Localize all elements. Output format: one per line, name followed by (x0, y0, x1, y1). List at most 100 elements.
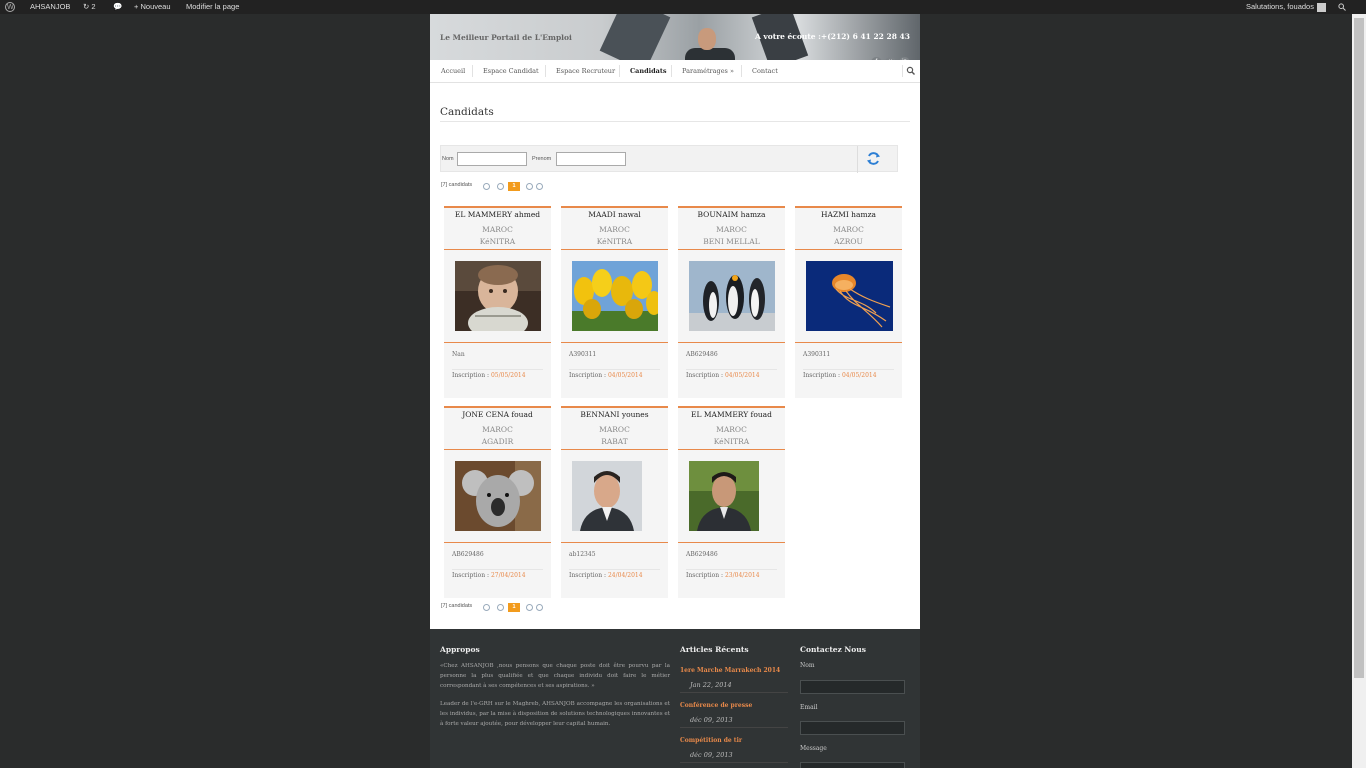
candidate-reference: ab12345 (569, 551, 596, 558)
last-page-button[interactable] (536, 183, 543, 190)
koala-photo[interactable] (455, 461, 541, 531)
about-title: Appropos (440, 645, 480, 654)
wordpress-logo-icon[interactable] (5, 1, 15, 15)
nav-divider (741, 65, 742, 77)
nav-item-candidats[interactable]: Candidats (630, 60, 667, 82)
man-portrait-photo[interactable] (689, 461, 759, 531)
penguins-photo[interactable] (689, 261, 775, 331)
header-phone: A votre écoute :+(212) 6 41 22 28 43 (754, 32, 910, 41)
scrollbar-thumb[interactable] (1354, 18, 1364, 678)
article-link[interactable]: 1ere Marche Marrakech 2014 (680, 667, 788, 674)
recent-article: 1ere Marche Marrakech 2014 Jan 22, 2014 (680, 667, 788, 693)
card-divider (678, 249, 785, 250)
candidate-name[interactable]: EL MAMMERY fouad (678, 410, 785, 419)
social-links: fyin (868, 48, 910, 60)
card-divider (569, 369, 660, 370)
candidate-country: MAROC (599, 425, 630, 434)
recent-article: Conférence de presse déc 09, 2013 (680, 702, 788, 728)
plus-icon: + (134, 2, 139, 11)
prev-page-button[interactable] (497, 183, 504, 190)
site-header: Le Meilleur Portail de L'Emploi A votre … (430, 14, 920, 60)
contact-nom-label: Nom (800, 662, 815, 669)
nav-item-contact[interactable]: Contact (752, 60, 778, 82)
nav-item-espace-candidat[interactable]: Espace Candidat (483, 60, 539, 82)
candidates-count: [7] candidats (441, 182, 473, 188)
candidate-country: MAROC (716, 225, 747, 234)
updates-link[interactable]: ↻ 2 (83, 0, 96, 14)
tulips-photo[interactable] (572, 261, 658, 331)
prenom-input[interactable] (556, 152, 626, 166)
article-date: Jan 22, 2014 (690, 681, 732, 689)
candidate-card[interactable]: BOUNAIM hamza MAROC BENI MELLAL AB629486… (678, 206, 785, 398)
contact-title: Contactez Nous (800, 645, 866, 654)
article-divider (680, 727, 788, 728)
candidate-reference: AB629486 (686, 351, 718, 358)
candidate-name[interactable]: MAADI nawal (561, 210, 668, 219)
search-icon[interactable] (904, 64, 918, 78)
baby-photo[interactable] (455, 261, 541, 331)
article-divider (680, 692, 788, 693)
about-text: «Chez AHSANJOB ,nous pensons que chaque … (440, 661, 670, 737)
new-content-link[interactable]: + Nouveau (134, 0, 171, 14)
jellyfish-photo[interactable] (806, 261, 893, 331)
candidate-card[interactable]: MAADI nawal MAROC KéNITRA A390311 Inscri… (561, 206, 668, 398)
edit-page-link[interactable]: Modifier la page (186, 0, 239, 14)
contact-message-label: Message (800, 745, 827, 752)
nav-item-parametrages[interactable]: Paramétrages » (682, 60, 734, 82)
nav-item-espace-recruteur[interactable]: Espace Recruteur (556, 60, 615, 82)
candidate-card[interactable]: BENNANI younes MAROC RABAT ab12345 Inscr… (561, 406, 668, 598)
candidate-name[interactable]: JONE CENA fouad (444, 410, 551, 419)
article-divider (680, 762, 788, 763)
admin-search-icon[interactable] (1338, 0, 1346, 14)
first-page-button[interactable] (483, 183, 490, 190)
next-page-button[interactable] (526, 183, 533, 190)
candidate-card[interactable]: EL MAMMERY ahmed MAROC KéNITRA Nan Inscr… (444, 206, 551, 398)
first-page-button[interactable] (483, 604, 490, 611)
inscription-label: Inscription : (803, 372, 841, 379)
refresh-icon[interactable] (866, 151, 881, 166)
candidate-card[interactable]: HAZMI hamza MAROC AZROU A390311 Inscript… (795, 206, 902, 398)
contact-nom-field[interactable] (800, 680, 905, 694)
contact-email-label: Email (800, 704, 818, 711)
card-divider (686, 369, 777, 370)
card-divider (444, 342, 551, 343)
header-banner-image (599, 14, 671, 60)
article-link[interactable]: Compétition de tir (680, 737, 788, 744)
nav-item-accueil[interactable]: Accueil (441, 60, 465, 82)
page-title: Candidats (440, 106, 494, 118)
card-divider (452, 369, 543, 370)
current-page[interactable]: 1 (508, 182, 520, 191)
contact-email-field[interactable] (800, 721, 905, 735)
candidate-city: AZROU (834, 237, 863, 246)
inscription-label: Inscription : (686, 372, 724, 379)
card-divider (678, 342, 785, 343)
inscription-label: Inscription : (452, 572, 490, 579)
admin-bar: AHSANJOB ↻ 2 💬 + Nouveau Modifier la pag… (0, 0, 1366, 15)
next-page-button[interactable] (526, 604, 533, 611)
candidate-reference: AB629486 (686, 551, 718, 558)
site-tagline[interactable]: Le Meilleur Portail de L'Emploi (440, 33, 572, 42)
contact-message-field[interactable] (800, 762, 905, 768)
candidate-card[interactable]: JONE CENA fouad MAROC AGADIR AB629486 In… (444, 406, 551, 598)
comments-icon[interactable]: 💬 (113, 0, 122, 14)
nav-divider (545, 65, 546, 77)
user-greeting[interactable]: Salutations, fouados (1246, 0, 1326, 14)
current-page[interactable]: 1 (508, 603, 520, 612)
page-scrollbar[interactable] (1352, 14, 1366, 768)
candidate-name[interactable]: BENNANI younes (561, 410, 668, 419)
candidate-name[interactable]: EL MAMMERY ahmed (444, 210, 551, 219)
candidate-card[interactable]: EL MAMMERY fouad MAROC KéNITRA AB629486 … (678, 406, 785, 598)
updates-count: 2 (91, 2, 96, 11)
article-date: déc 09, 2013 (690, 751, 733, 759)
article-link[interactable]: Conférence de presse (680, 702, 788, 709)
inscription-label: Inscription : (569, 572, 607, 579)
candidate-name[interactable]: HAZMI hamza (795, 210, 902, 219)
man-portrait-photo[interactable] (572, 461, 642, 531)
prev-page-button[interactable] (497, 604, 504, 611)
card-divider (561, 542, 668, 543)
site-name-link[interactable]: AHSANJOB (30, 0, 70, 14)
recent-article: Compétition de tir déc 09, 2013 (680, 737, 788, 763)
candidate-name[interactable]: BOUNAIM hamza (678, 210, 785, 219)
nom-input[interactable] (457, 152, 527, 166)
last-page-button[interactable] (536, 604, 543, 611)
